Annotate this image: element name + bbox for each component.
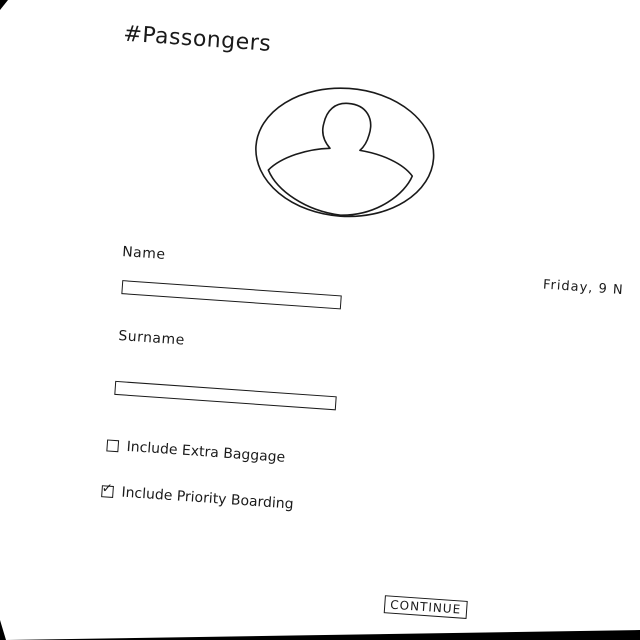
surname-label: Surname <box>117 327 186 349</box>
screen: #Passongers Friday, 9 N Name Surname Inc… <box>0 0 640 640</box>
surname-input[interactable] <box>114 380 337 411</box>
name-input[interactable] <box>121 280 342 310</box>
user-silhouette-icon <box>255 87 435 218</box>
extra-baggage-checkbox[interactable] <box>106 439 120 453</box>
page-title: #Passongers <box>122 21 273 57</box>
name-label: Name <box>121 244 167 264</box>
extra-baggage-label: Include Extra Baggage <box>126 438 286 466</box>
sketch-paper: #Passongers Friday, 9 N Name Surname Inc… <box>0 0 640 640</box>
priority-boarding-option[interactable]: ✓ Include Priority Boarding <box>101 481 295 513</box>
priority-boarding-checkbox[interactable]: ✓ <box>101 481 114 498</box>
sketch-content: #Passongers Friday, 9 N Name Surname Inc… <box>0 0 640 640</box>
date-label: Friday, 9 N <box>542 277 625 299</box>
priority-boarding-label: Include Priority Boarding <box>120 484 295 513</box>
continue-button[interactable]: CONTINUE <box>383 595 468 619</box>
extra-baggage-option[interactable]: Include Extra Baggage <box>106 437 286 466</box>
checkmark-icon: ✓ <box>101 481 114 497</box>
